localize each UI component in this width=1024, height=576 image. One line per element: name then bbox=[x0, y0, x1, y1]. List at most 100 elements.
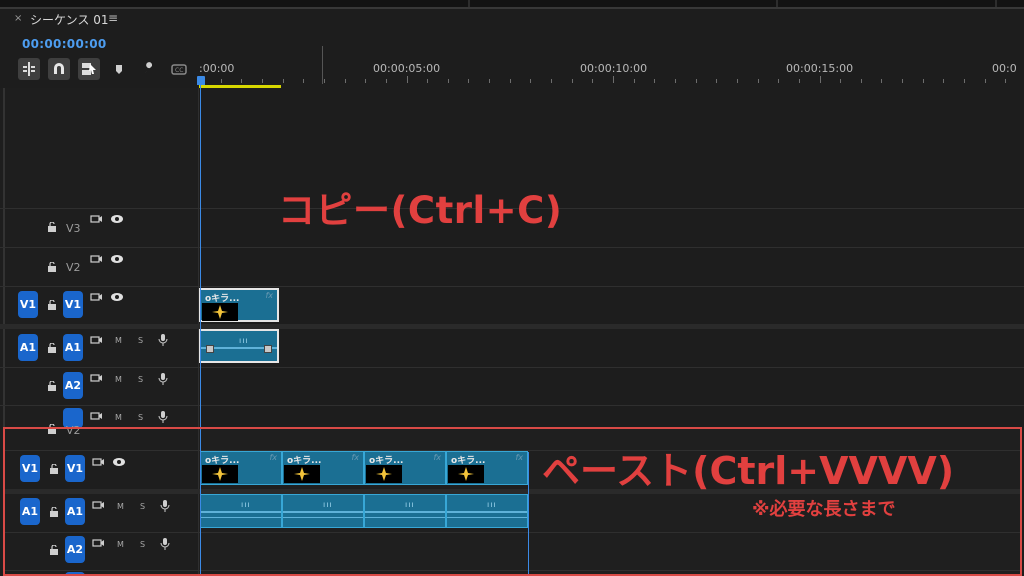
lock-icon[interactable] bbox=[47, 222, 57, 232]
ruler-tick bbox=[448, 79, 449, 83]
ruler-tick bbox=[468, 79, 469, 83]
ruler-tick bbox=[985, 79, 986, 83]
ruler-tick bbox=[964, 79, 965, 83]
ruler-tick bbox=[407, 76, 408, 83]
linked-selection-icon[interactable] bbox=[78, 58, 100, 80]
ruler-tick bbox=[324, 79, 325, 83]
close-icon[interactable]: × bbox=[14, 13, 22, 24]
eye-icon[interactable] bbox=[110, 292, 124, 302]
sync-lock-icon[interactable] bbox=[90, 214, 102, 224]
track-line bbox=[0, 405, 1024, 406]
sync-lock-icon[interactable] bbox=[90, 292, 102, 302]
microphone-icon[interactable] bbox=[158, 333, 168, 346]
fx-badge: fx bbox=[265, 291, 273, 300]
eye-icon[interactable] bbox=[110, 214, 124, 224]
lock-icon[interactable] bbox=[47, 343, 57, 353]
track-name-v3: V3 bbox=[66, 222, 81, 235]
microphone-icon[interactable] bbox=[158, 372, 168, 385]
ruler-tick bbox=[489, 79, 490, 83]
ruler-tick bbox=[675, 79, 676, 83]
ruler-label: 00:0 bbox=[992, 62, 1017, 75]
ruler-tick bbox=[943, 79, 944, 83]
ruler-tick bbox=[840, 79, 841, 83]
settings-wrench-icon[interactable] bbox=[138, 58, 160, 80]
ruler-tick bbox=[221, 79, 222, 83]
ruler-tick bbox=[758, 79, 759, 83]
source-patch-v1[interactable]: V1 bbox=[18, 291, 38, 318]
sync-lock-icon[interactable] bbox=[90, 254, 102, 264]
sync-lock-icon[interactable] bbox=[90, 411, 102, 421]
paste-annotation: ペースト(Ctrl+VVVV) bbox=[542, 449, 955, 493]
track-target-a2[interactable]: A2 bbox=[63, 372, 83, 399]
ruler-tick bbox=[241, 79, 242, 83]
microphone-icon[interactable] bbox=[158, 410, 168, 423]
insert-sequence-icon[interactable] bbox=[18, 58, 40, 80]
ruler-tick bbox=[799, 79, 800, 83]
captions-icon[interactable]: CC bbox=[168, 58, 190, 80]
ruler-tick bbox=[345, 79, 346, 83]
ruler-label: 00:00:15:00 bbox=[786, 62, 854, 75]
work-area-bar[interactable] bbox=[199, 85, 281, 88]
track-target-a1[interactable]: A1 bbox=[63, 334, 83, 361]
panel-menu-icon[interactable]: ≡ bbox=[108, 11, 118, 25]
keyframe-handle[interactable] bbox=[264, 345, 272, 353]
ruler-tick bbox=[923, 79, 924, 83]
ruler-tick bbox=[303, 79, 304, 83]
source-patch-a1[interactable]: A1 bbox=[18, 334, 38, 361]
video-clip-selected[interactable]: oキラ... fx bbox=[199, 288, 279, 322]
ruler-tick bbox=[530, 79, 531, 83]
ruler-tick bbox=[716, 79, 717, 83]
playhead-timecode[interactable]: 00:00:00:00 bbox=[22, 37, 107, 51]
timeline-tab-bar bbox=[0, 9, 1024, 31]
ruler-divider bbox=[322, 46, 323, 84]
eye-icon[interactable] bbox=[110, 254, 124, 264]
ruler-tick bbox=[365, 79, 366, 83]
ruler-tick bbox=[902, 79, 903, 83]
panel-divider bbox=[995, 0, 997, 7]
lock-icon[interactable] bbox=[47, 262, 57, 272]
solo-button[interactable]: S bbox=[138, 336, 143, 345]
mute-button[interactable]: M bbox=[115, 375, 122, 384]
ruler-tick bbox=[778, 79, 779, 83]
ruler-tick bbox=[283, 79, 284, 83]
track-line bbox=[0, 367, 1024, 368]
ruler-tick bbox=[386, 79, 387, 83]
mute-button[interactable]: M bbox=[115, 413, 122, 422]
lock-icon[interactable] bbox=[47, 300, 57, 310]
ruler-tick bbox=[592, 79, 593, 83]
ruler-tick bbox=[613, 76, 614, 83]
playhead-handle[interactable] bbox=[197, 76, 205, 85]
ruler-label: 00:00:10:00 bbox=[580, 62, 648, 75]
paste-note: ※必要な長さまで bbox=[752, 499, 896, 520]
clip-thumbnail bbox=[202, 303, 238, 321]
ruler-tick bbox=[737, 79, 738, 83]
ruler-tick bbox=[510, 79, 511, 83]
lock-icon[interactable] bbox=[47, 381, 57, 391]
add-marker-icon[interactable] bbox=[108, 58, 130, 80]
ruler-tick bbox=[696, 79, 697, 83]
track-name-v2: V2 bbox=[66, 261, 81, 274]
window-top-strip bbox=[0, 0, 1024, 7]
snap-magnet-icon[interactable] bbox=[48, 58, 70, 80]
ruler-tick bbox=[572, 79, 573, 83]
sync-lock-icon[interactable] bbox=[90, 335, 102, 345]
ruler-tick bbox=[427, 79, 428, 83]
panel-divider bbox=[776, 0, 778, 7]
solo-button[interactable]: S bbox=[138, 413, 143, 422]
ruler-label: 00:00:05:00 bbox=[373, 62, 441, 75]
ruler-tick bbox=[634, 79, 635, 83]
mute-button[interactable]: M bbox=[115, 336, 122, 345]
track-target-v1[interactable]: V1 bbox=[63, 291, 83, 318]
ruler-tick bbox=[1005, 79, 1006, 83]
ruler-tick bbox=[820, 76, 821, 83]
solo-button[interactable]: S bbox=[138, 375, 143, 384]
sync-lock-icon[interactable] bbox=[90, 373, 102, 383]
ruler-tick bbox=[881, 79, 882, 83]
keyframe-handle[interactable] bbox=[206, 345, 214, 353]
sequence-tab-title[interactable]: シーケンス 01 bbox=[30, 11, 109, 28]
video-audio-separator bbox=[0, 324, 1024, 329]
ruler-tick bbox=[861, 79, 862, 83]
track-line bbox=[0, 286, 1024, 287]
ruler-tick bbox=[654, 79, 655, 83]
audio-clip-selected[interactable]: ııı bbox=[199, 329, 279, 363]
